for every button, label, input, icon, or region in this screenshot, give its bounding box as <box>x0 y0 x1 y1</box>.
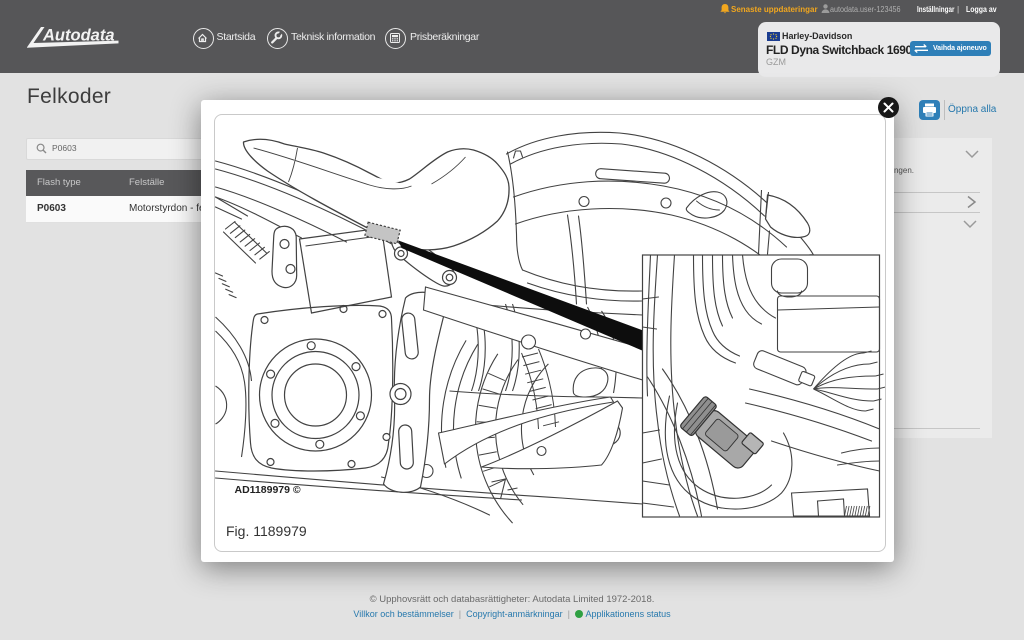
svg-text:Autodata: Autodata <box>42 27 115 45</box>
